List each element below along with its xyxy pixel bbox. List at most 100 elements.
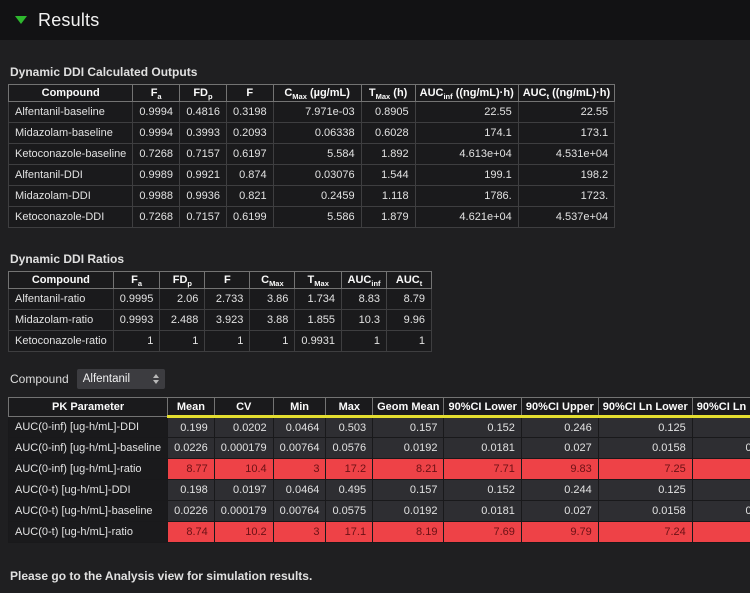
value-cell: 0.198: [168, 480, 215, 501]
value-cell: 0.00764: [273, 438, 326, 459]
value-cell: 17.2: [326, 459, 373, 480]
value-cell: 0.0575: [326, 501, 373, 522]
value-cell: 174.1: [415, 123, 518, 144]
value-cell: 0.246: [521, 417, 598, 438]
value-cell: 0.8905: [361, 102, 415, 123]
value-cell: 9.3: [692, 459, 750, 480]
table-row: Midazolam-ratio0.99932.4883.9233.881.855…: [9, 310, 432, 331]
compound-dropdown[interactable]: Alfentanil: [77, 369, 165, 389]
value-cell: 2.733: [205, 289, 250, 310]
column-header: TMax: [295, 272, 342, 289]
table-row: AUC(0-t) [ug-h/mL]-baseline0.02260.00017…: [9, 501, 750, 522]
column-header: PK Parameter: [9, 398, 168, 417]
value-cell: 0.198: [692, 417, 750, 438]
table-row: Midazolam-baseline0.99940.39930.20930.06…: [9, 123, 615, 144]
column-header: 90%CI Upper: [521, 398, 598, 417]
value-cell: 0.3993: [179, 123, 226, 144]
row-label: Ketoconazole-baseline: [9, 144, 133, 165]
row-label: AUC(0-t) [ug-h/mL]-ratio: [9, 522, 168, 543]
ddi-outputs-table: CompoundFaFDpFCMax (µg/mL)TMax (h)AUCinf…: [8, 84, 615, 228]
value-cell: 10.3: [342, 310, 387, 331]
value-cell: 10.4: [214, 459, 273, 480]
pk-stats-table: PK ParameterMeanCVMinMaxGeom Mean90%CI L…: [8, 397, 750, 543]
column-header: 90%CI Ln Upper: [692, 398, 750, 417]
value-cell: 0.152: [444, 480, 521, 501]
value-cell: 0.9931: [295, 331, 342, 352]
column-header: Fa: [113, 272, 160, 289]
value-cell: 0.0181: [444, 501, 521, 522]
value-cell: 0.2093: [226, 123, 273, 144]
collapse-triangle-icon[interactable]: [15, 16, 27, 24]
value-cell: 0.0226: [168, 438, 215, 459]
row-label: Midazolam-ratio: [9, 310, 114, 331]
value-cell: 1: [342, 331, 387, 352]
value-cell: 1.855: [295, 310, 342, 331]
value-cell: 3.86: [250, 289, 295, 310]
value-cell: 0.0192: [373, 438, 444, 459]
value-cell: 0.0197: [214, 480, 273, 501]
value-cell: 1.892: [361, 144, 415, 165]
value-cell: 1.544: [361, 165, 415, 186]
value-cell: 1723.: [518, 186, 614, 207]
value-cell: 0.821: [226, 186, 273, 207]
value-cell: 8.79: [387, 289, 432, 310]
analysis-view-note: Please go to the Analysis view for simul…: [10, 569, 742, 583]
value-cell: 3: [273, 459, 326, 480]
value-cell: 0.9994: [133, 102, 180, 123]
table-row: Ketoconazole-baseline0.72680.71570.61975…: [9, 144, 615, 165]
value-cell: 3.923: [205, 310, 250, 331]
table-row: AUC(0-inf) [ug-h/mL]-DDI0.1990.02020.046…: [9, 417, 750, 438]
value-cell: 9.83: [521, 459, 598, 480]
row-label: Ketoconazole-ratio: [9, 331, 114, 352]
value-cell: 1.118: [361, 186, 415, 207]
column-header: F: [226, 85, 273, 102]
value-cell: 8.19: [373, 522, 444, 543]
value-cell: 7.71: [444, 459, 521, 480]
value-cell: 0.503: [326, 417, 373, 438]
table-row: Ketoconazole-DDI0.72680.71570.61995.5861…: [9, 207, 615, 228]
value-cell: 0.9936: [179, 186, 226, 207]
value-cell: 0.157: [373, 480, 444, 501]
compound-selector-row: Compound Alfentanil: [10, 369, 742, 389]
value-cell: 173.1: [518, 123, 614, 144]
column-header: FDp: [179, 85, 226, 102]
table-row: AUC(0-inf) [ug-h/mL]-ratio8.7710.4317.28…: [9, 459, 750, 480]
value-cell: 0.2459: [273, 186, 361, 207]
value-cell: 0.157: [373, 417, 444, 438]
value-cell: 0.0202: [214, 417, 273, 438]
value-cell: 0.0226: [168, 501, 215, 522]
value-cell: 0.6197: [226, 144, 273, 165]
column-header: Mean: [168, 398, 215, 417]
column-header: CV: [214, 398, 273, 417]
value-cell: 0.874: [226, 165, 273, 186]
results-section-header[interactable]: Results: [0, 0, 750, 40]
row-label: AUC(0-t) [ug-h/mL]-baseline: [9, 501, 168, 522]
row-label: Midazolam-baseline: [9, 123, 133, 144]
value-cell: 0.9994: [133, 123, 180, 144]
row-label: Ketoconazole-DDI: [9, 207, 133, 228]
value-cell: 3.88: [250, 310, 295, 331]
row-label: AUC(0-inf) [ug-h/mL]-baseline: [9, 438, 168, 459]
value-cell: 7.25: [598, 459, 692, 480]
value-cell: 2.06: [160, 289, 205, 310]
row-label: Alfentanil-baseline: [9, 102, 133, 123]
value-cell: 2.488: [160, 310, 205, 331]
value-cell: 7.69: [444, 522, 521, 543]
value-cell: 0.000179: [214, 438, 273, 459]
value-cell: 1.734: [295, 289, 342, 310]
column-header: TMax (h): [361, 85, 415, 102]
value-cell: 0.7157: [179, 144, 226, 165]
value-cell: 0.7157: [179, 207, 226, 228]
value-cell: 0.00764: [273, 501, 326, 522]
value-cell: 8.74: [168, 522, 215, 543]
dropdown-spinner-icon[interactable]: [153, 374, 159, 384]
column-header: Fa: [133, 85, 180, 102]
value-cell: 1786.: [415, 186, 518, 207]
value-cell: 8.21: [373, 459, 444, 480]
value-cell: 22.55: [415, 102, 518, 123]
table-row: Ketoconazole-ratio11110.993111: [9, 331, 432, 352]
page-title: Results: [38, 10, 99, 31]
value-cell: 0.0464: [273, 417, 326, 438]
value-cell: 3: [273, 522, 326, 543]
value-cell: 1: [387, 331, 432, 352]
